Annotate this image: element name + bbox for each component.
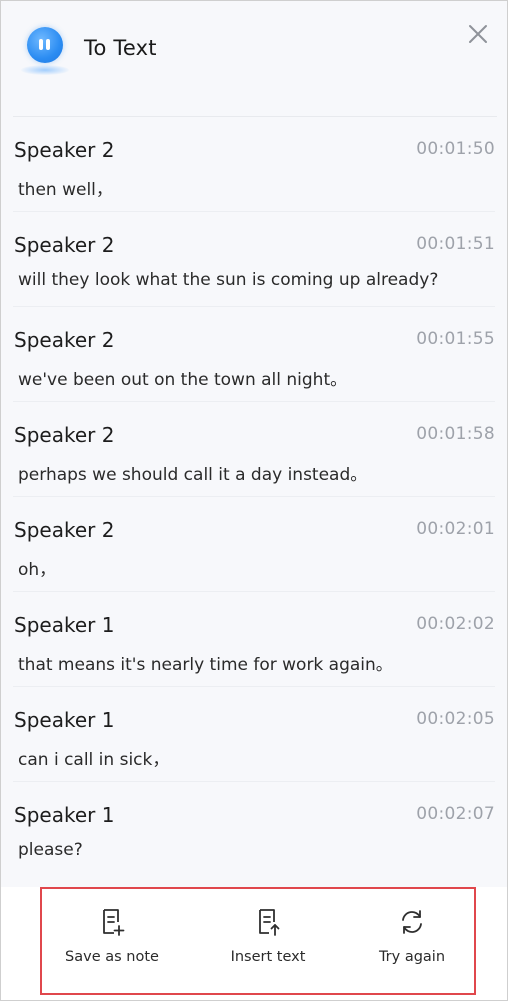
page-title: To Text bbox=[84, 36, 157, 60]
save-as-note-button[interactable]: Save as note bbox=[47, 907, 177, 979]
timestamp: 00:02:02 bbox=[416, 614, 495, 634]
document-insert-icon bbox=[259, 909, 280, 936]
transcript-entry[interactable]: Speaker 1 00:02:02 that means it's nearl… bbox=[13, 592, 495, 687]
speaker-label: Speaker 1 bbox=[14, 708, 115, 732]
transcript-text: oh， bbox=[18, 560, 57, 580]
insert-text-button[interactable]: Insert text bbox=[203, 907, 333, 979]
try-again-button[interactable]: Try again bbox=[347, 907, 477, 979]
speaker-label: Speaker 1 bbox=[14, 803, 115, 827]
transcript-list[interactable]: Speaker 2 00:01:50 then well， Speaker 2 … bbox=[1, 117, 507, 877]
bottom-toolbar: Save as note Insert text Try again bbox=[1, 887, 507, 1000]
transcript-entry[interactable]: Speaker 2 00:02:01 oh， bbox=[13, 497, 495, 592]
app-icon-container bbox=[19, 25, 69, 81]
timestamp: 00:01:58 bbox=[416, 424, 495, 444]
timestamp: 00:02:05 bbox=[416, 709, 495, 729]
refresh-icon bbox=[402, 910, 422, 934]
close-icon bbox=[469, 25, 487, 43]
timestamp: 00:01:55 bbox=[416, 329, 495, 349]
transcript-text: that means it's nearly time for work aga… bbox=[18, 655, 393, 675]
speaker-label: Speaker 2 bbox=[14, 518, 115, 542]
transcript-text: please? bbox=[18, 840, 83, 860]
note-add-icon bbox=[103, 909, 125, 936]
app-icon-glow bbox=[21, 65, 69, 75]
transcript-text: then well， bbox=[18, 180, 113, 200]
try-again-label: Try again bbox=[378, 949, 446, 965]
close-button[interactable] bbox=[463, 19, 493, 49]
speaker-label: Speaker 2 bbox=[14, 233, 115, 257]
speaker-label: Speaker 2 bbox=[14, 328, 115, 352]
transcript-entry[interactable]: Speaker 2 00:01:51 will they look what t… bbox=[13, 212, 495, 307]
transcript-entry[interactable]: Speaker 2 00:01:58 perhaps we should cal… bbox=[13, 402, 495, 497]
speaker-label: Speaker 1 bbox=[14, 613, 115, 637]
save-as-note-label: Save as note bbox=[65, 949, 159, 965]
header: To Text bbox=[1, 1, 507, 113]
transcript-entry[interactable]: Speaker 2 00:01:50 then well， bbox=[13, 117, 495, 212]
timestamp: 00:01:50 bbox=[416, 139, 495, 159]
speaker-label: Speaker 2 bbox=[14, 138, 115, 162]
speaker-label: Speaker 2 bbox=[14, 423, 115, 447]
transcript-entry[interactable]: Speaker 1 00:02:05 can i call in sick， bbox=[13, 687, 495, 782]
transcript-entry[interactable]: Speaker 1 00:02:07 please? bbox=[13, 782, 495, 877]
timestamp: 00:02:07 bbox=[416, 804, 495, 824]
transcript-text: perhaps we should call it a day instead。 bbox=[18, 465, 368, 485]
transcript-text: we've been out on the town all night。 bbox=[18, 370, 348, 390]
timestamp: 00:02:01 bbox=[416, 519, 495, 539]
insert-text-label: Insert text bbox=[230, 949, 306, 965]
transcript-text: will they look what the sun is coming up… bbox=[18, 270, 439, 290]
sound-wave-icon bbox=[27, 27, 63, 63]
timestamp: 00:01:51 bbox=[416, 234, 495, 254]
transcript-entry[interactable]: Speaker 2 00:01:55 we've been out on the… bbox=[13, 307, 495, 402]
transcript-text: can i call in sick， bbox=[18, 750, 170, 770]
to-text-panel: To Text Speaker 2 00:01:50 then well， Sp… bbox=[0, 0, 508, 1001]
